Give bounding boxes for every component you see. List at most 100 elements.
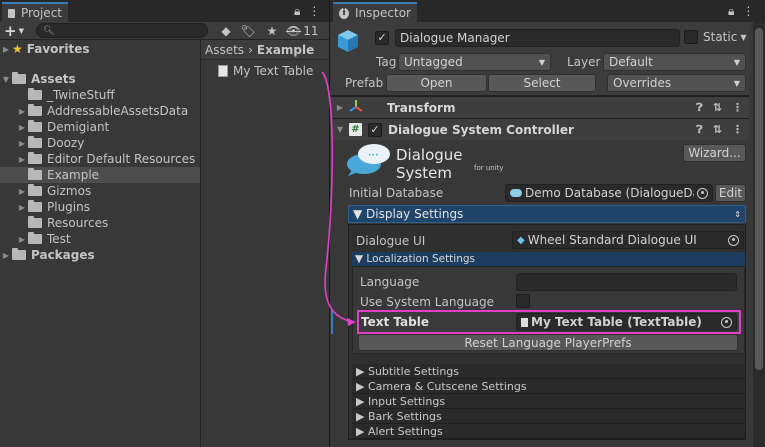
component-enabled-toggle[interactable]: ✓ [368, 122, 382, 137]
tree-item-plugins[interactable]: ▶ Plugins [16, 199, 90, 215]
static-dropdown[interactable]: Static ▼ [703, 30, 746, 44]
presets-icon[interactable]: ⇅ [713, 123, 722, 136]
tree-item-demigiant[interactable]: ▶ Demigiant [16, 119, 109, 135]
dialogue-ui-label: Dialogue UI [356, 234, 426, 248]
initial-database-field[interactable]: Demo Database (DialogueData [505, 184, 713, 202]
text-table-value: My Text Table (TextTable) [531, 315, 702, 329]
tree-item-example[interactable]: Example [16, 167, 99, 183]
section-camera-cutscene-settings[interactable]: ▶ Camera & Cutscene Settings [352, 379, 745, 394]
chevron-down-icon: ▼ [733, 78, 740, 88]
section-subtitle-settings[interactable]: ▶ Subtitle Settings [352, 364, 745, 379]
wizard-button[interactable]: Wizard... [683, 144, 746, 162]
folder-icon [28, 88, 42, 100]
search-input[interactable]: 🔍︎ [36, 23, 208, 38]
tree-item-resources[interactable]: Resources [16, 215, 108, 231]
prefab-open-button[interactable]: Open [386, 74, 487, 92]
collapse-arrow-icon[interactable]: ▼ [0, 75, 12, 84]
component-menu-icon[interactable]: ⋮ [732, 101, 743, 114]
localization-settings-foldout[interactable]: ▼ Localization Settings [352, 252, 745, 266]
tag-dropdown[interactable]: Untagged ▼ [398, 53, 551, 71]
file-item-my-text-table[interactable]: My Text Table [218, 63, 313, 79]
folder-icon [28, 184, 42, 196]
expand-arrow-icon[interactable]: ▶ [16, 235, 28, 244]
hidden-packages-button[interactable]: 👁︎ 11 [286, 22, 326, 40]
expand-arrow-icon[interactable]: ▶ [0, 251, 12, 260]
panel-splitter[interactable] [200, 40, 201, 447]
text-table-field[interactable]: My Text Table (TextTable) [516, 313, 737, 331]
tree-item-editor-default-resources[interactable]: ▶ Editor Default Resources [16, 151, 195, 167]
overrides-label: Overrides [613, 76, 672, 90]
section-bark-settings[interactable]: ▶ Bark Settings [352, 409, 745, 424]
tab-inspector[interactable]: i Inspector [333, 2, 417, 22]
add-button[interactable]: + ▼ [4, 22, 30, 40]
expand-arrow-icon[interactable]: ▶ [16, 123, 28, 132]
logo-subtitle: for unity [474, 164, 504, 172]
transform-header[interactable]: ▶ Transform ❓︎ ⇅ ⋮ [331, 96, 749, 118]
help-icon[interactable]: ❓︎ [696, 101, 703, 115]
dsc-label: Dialogue System Controller [388, 122, 574, 137]
folder-icon [28, 216, 42, 228]
tree-item-test[interactable]: ▶ Test [16, 231, 71, 247]
breadcrumb: Assets › Example [201, 40, 329, 60]
tree-item-doozy[interactable]: ▶ Doozy [16, 135, 84, 151]
checkmark-icon: ✓ [375, 30, 389, 45]
use-system-language-toggle[interactable] [516, 294, 530, 311]
tree-item-assets[interactable]: ▼ Assets [0, 71, 76, 87]
text-table-file-icon [521, 317, 528, 327]
edit-database-button[interactable]: Edit [715, 184, 746, 202]
folder-icon [28, 232, 42, 244]
expand-arrow-icon[interactable]: ▶ [16, 107, 28, 116]
active-toggle[interactable]: ✓ [375, 30, 389, 45]
breadcrumb-assets[interactable]: Assets [205, 43, 244, 57]
prefab-label: Prefab [345, 76, 384, 90]
expand-arrow-icon[interactable]: ▶ [0, 45, 12, 54]
lock-icon[interactable]: 🔒︎ [728, 4, 734, 19]
object-picker-icon[interactable] [697, 187, 708, 199]
object-picker-icon[interactable] [728, 234, 739, 246]
folder-icon [28, 104, 42, 116]
text-table-file-icon [218, 65, 228, 77]
favorite-star-button[interactable]: ★ [262, 22, 282, 40]
help-icon[interactable]: ❓︎ [696, 123, 703, 137]
expand-arrow-icon[interactable]: ▶ [331, 103, 349, 112]
static-toggle[interactable] [684, 30, 698, 47]
tab-project[interactable]: Project [2, 2, 68, 22]
menu-icon[interactable]: ⋮ [308, 4, 320, 19]
section-input-settings[interactable]: ▶ Input Settings [352, 394, 745, 409]
prefab-overrides-dropdown[interactable]: Overrides ▼ [607, 74, 746, 92]
object-name-field[interactable]: Dialogue Manager [395, 29, 680, 47]
object-picker-icon[interactable] [721, 316, 732, 328]
prefab-select-button[interactable]: Select [488, 74, 596, 92]
static-label: Static [703, 30, 738, 44]
lock-icon[interactable]: 🔒︎ [294, 4, 300, 19]
expand-arrow-icon[interactable]: ▶ [16, 155, 28, 164]
tree-item-twinestuff[interactable]: _TwineStuff [16, 87, 115, 103]
tree-item-addressableassetsdata[interactable]: ▶ AddressableAssetsData [16, 103, 188, 119]
display-settings-foldout[interactable]: ▼ Display Settings ⇕ [348, 205, 746, 223]
language-field[interactable] [516, 273, 737, 291]
dialogue-ui-field[interactable]: ◆ Wheel Standard Dialogue UI [512, 231, 744, 249]
filter-type-button[interactable]: ◆ [216, 22, 236, 40]
breadcrumb-example[interactable]: Example [257, 43, 314, 57]
component-menu-icon[interactable]: ⋮ [732, 123, 743, 136]
dialogue-ui-value: Wheel Standard Dialogue UI [527, 233, 697, 247]
dialogue-system-controller-header[interactable]: ▼ # ✓ Dialogue System Controller ❓︎ ⇅ ⋮ [331, 118, 749, 140]
tree-item-label: Favorites [26, 42, 90, 56]
inspector-scrollbar[interactable] [753, 22, 765, 447]
scrollbar-thumb[interactable] [755, 28, 763, 370]
reset-language-button[interactable]: Reset Language PlayerPrefs [358, 334, 738, 351]
section-alert-settings[interactable]: ▶ Alert Settings [352, 424, 745, 439]
expand-arrow-icon[interactable]: ▶ [16, 187, 28, 196]
tree-item-gizmos[interactable]: ▶ Gizmos [16, 183, 91, 199]
text-table-label: Text Table [361, 315, 429, 329]
breadcrumb-separator: › [248, 42, 253, 57]
menu-icon[interactable]: ⋮ [742, 4, 754, 19]
collapse-arrow-icon[interactable]: ▼ [331, 125, 349, 134]
tree-item-packages[interactable]: ▶ Packages [0, 247, 95, 263]
tree-item-favorites[interactable]: ▶ ★ Favorites [0, 41, 90, 57]
expand-arrow-icon[interactable]: ▶ [16, 203, 28, 212]
filter-label-button[interactable]: 🏷︎ [238, 22, 258, 40]
expand-arrow-icon[interactable]: ▶ [16, 139, 28, 148]
layer-dropdown[interactable]: Default ▼ [603, 53, 746, 71]
presets-icon[interactable]: ⇅ [713, 101, 722, 114]
